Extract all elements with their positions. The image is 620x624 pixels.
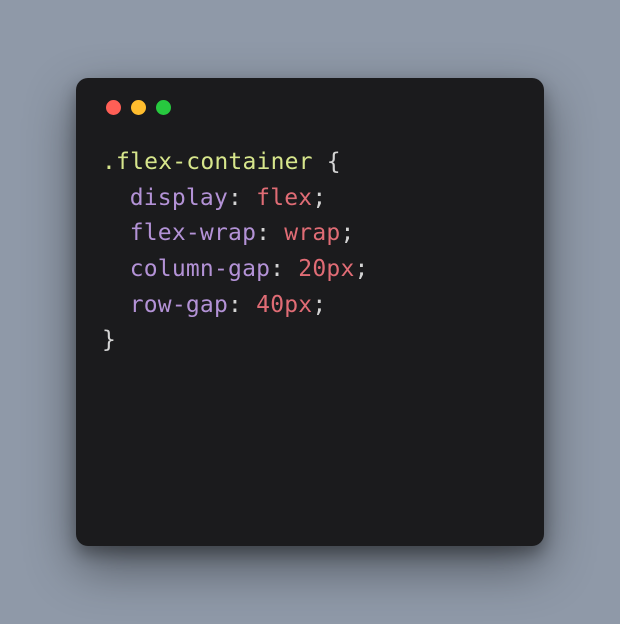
css-value: flex [256,185,312,211]
css-property: column-gap [130,256,270,282]
colon: : [256,220,270,246]
semicolon: ; [312,185,326,211]
css-property: flex-wrap [130,220,256,246]
code-block: .flex-container { display: flex; flex-wr… [102,145,518,359]
css-value: wrap [284,220,340,246]
css-selector: .flex-container [102,149,313,175]
semicolon: ; [312,292,326,318]
minimize-icon[interactable] [131,100,146,115]
close-brace: } [102,327,116,353]
css-value: 20px [298,256,354,282]
colon: : [228,185,242,211]
colon: : [228,292,242,318]
css-property: display [130,185,228,211]
css-property: row-gap [130,292,228,318]
maximize-icon[interactable] [156,100,171,115]
colon: : [270,256,284,282]
open-brace: { [327,149,341,175]
semicolon: ; [340,220,354,246]
traffic-lights [106,100,518,115]
css-value: 40px [256,292,312,318]
close-icon[interactable] [106,100,121,115]
semicolon: ; [355,256,369,282]
code-window: .flex-container { display: flex; flex-wr… [76,78,544,546]
